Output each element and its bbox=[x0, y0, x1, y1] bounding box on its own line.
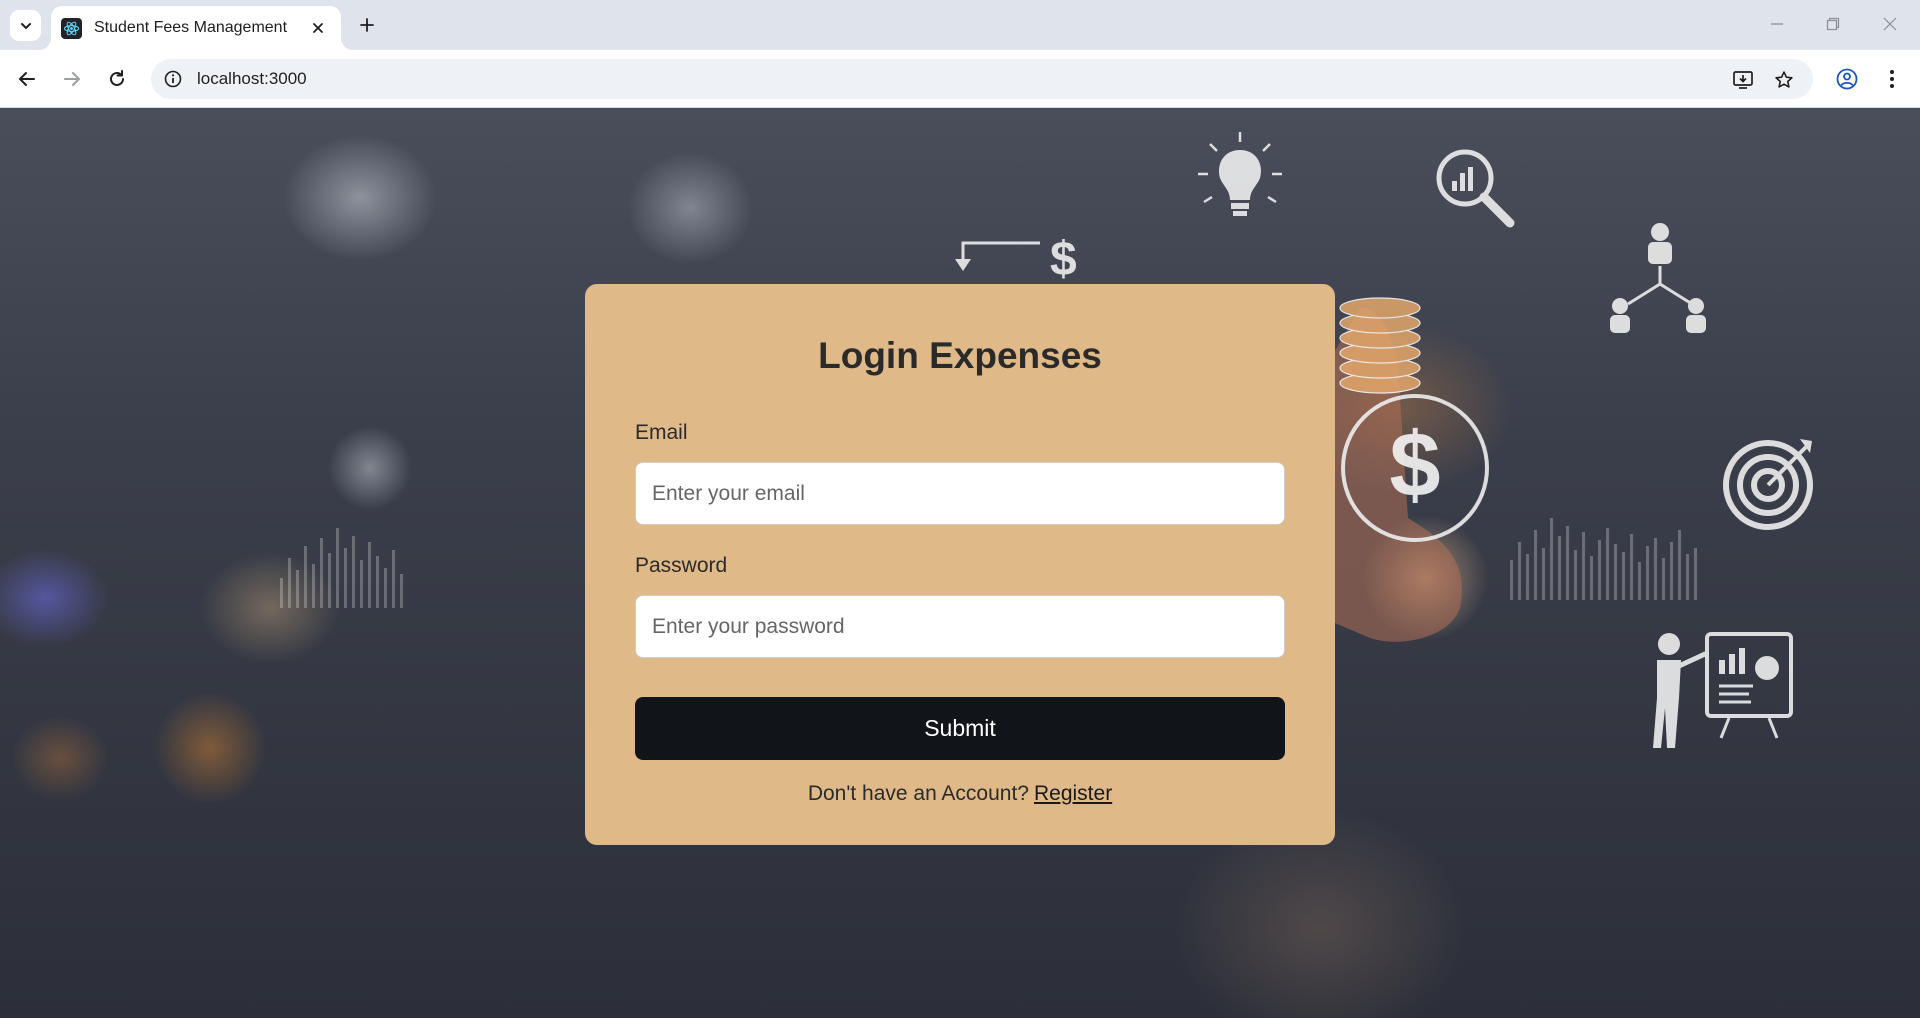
register-link[interactable]: Register bbox=[1034, 782, 1112, 805]
back-button[interactable] bbox=[10, 62, 44, 96]
restore-icon bbox=[1826, 17, 1840, 31]
reload-button[interactable] bbox=[100, 62, 134, 96]
password-input[interactable] bbox=[635, 595, 1285, 658]
plus-icon bbox=[360, 18, 374, 32]
browser-menu-button[interactable] bbox=[1877, 64, 1907, 94]
reload-icon bbox=[110, 70, 124, 86]
bookmark-star-icon bbox=[1775, 71, 1793, 88]
browser-toolbar: localhost:3000 bbox=[0, 50, 1920, 108]
restore-button[interactable] bbox=[1811, 8, 1855, 40]
minimize-icon bbox=[1771, 23, 1783, 25]
close-icon bbox=[1883, 17, 1897, 31]
close-window-button[interactable] bbox=[1868, 8, 1912, 40]
browser-tabstrip: Student Fees Management bbox=[0, 0, 1920, 50]
email-label: Email bbox=[635, 421, 688, 444]
bookmark-button[interactable] bbox=[1770, 66, 1798, 94]
minimize-button[interactable] bbox=[1755, 8, 1799, 40]
browser-tab-active[interactable]: Student Fees Management bbox=[51, 6, 341, 50]
install-app-icon bbox=[1733, 71, 1753, 89]
magnifier-chart-icon bbox=[1436, 149, 1515, 228]
react-favicon-icon bbox=[61, 17, 82, 39]
page-background: $ $ Login Expenses Email Enter your emai… bbox=[0, 108, 1920, 1018]
site-info-icon[interactable] bbox=[163, 69, 183, 89]
background-bar-graphic bbox=[1510, 518, 1697, 600]
register-prompt: Don't have an Account? bbox=[807, 782, 1029, 805]
tab-close-button[interactable] bbox=[307, 17, 329, 39]
password-label: Password bbox=[635, 554, 728, 577]
submit-button[interactable]: Submit bbox=[635, 697, 1285, 760]
login-title: Login Expenses bbox=[818, 335, 1102, 376]
forward-button[interactable] bbox=[55, 62, 89, 96]
tab-title: Student Fees Management bbox=[94, 19, 288, 36]
close-icon bbox=[313, 23, 323, 33]
back-arrow-icon bbox=[19, 72, 35, 86]
coin-stack-icon bbox=[1339, 297, 1421, 394]
address-url: localhost:3000 bbox=[197, 69, 307, 88]
tab-search-button[interactable] bbox=[10, 10, 41, 41]
dollar-transfer-icon: $ bbox=[955, 233, 1077, 286]
svg-text:$: $ bbox=[1389, 414, 1440, 516]
organization-chart-icon bbox=[1610, 223, 1706, 333]
profile-button[interactable] bbox=[1832, 64, 1862, 94]
dollar-circle-icon: $ bbox=[1341, 394, 1489, 542]
address-bar[interactable]: localhost:3000 bbox=[151, 59, 1813, 99]
presentation-icon bbox=[1653, 632, 1793, 748]
install-app-button[interactable] bbox=[1729, 66, 1757, 94]
lightbulb-icon bbox=[1198, 132, 1282, 216]
chevron-down-icon bbox=[20, 22, 31, 29]
kebab-menu-icon bbox=[1890, 70, 1894, 88]
new-tab-button[interactable] bbox=[353, 11, 381, 39]
forward-arrow-icon bbox=[64, 72, 80, 86]
svg-text:$: $ bbox=[1050, 233, 1077, 286]
background-bar-graphic bbox=[280, 528, 403, 608]
email-input[interactable] bbox=[635, 462, 1285, 525]
target-icon bbox=[1723, 439, 1813, 530]
login-card: Login Expenses Email Password Submit Don… bbox=[585, 284, 1335, 845]
profile-icon bbox=[1836, 68, 1858, 90]
register-row: Don't have an Account? Register bbox=[635, 782, 1285, 806]
